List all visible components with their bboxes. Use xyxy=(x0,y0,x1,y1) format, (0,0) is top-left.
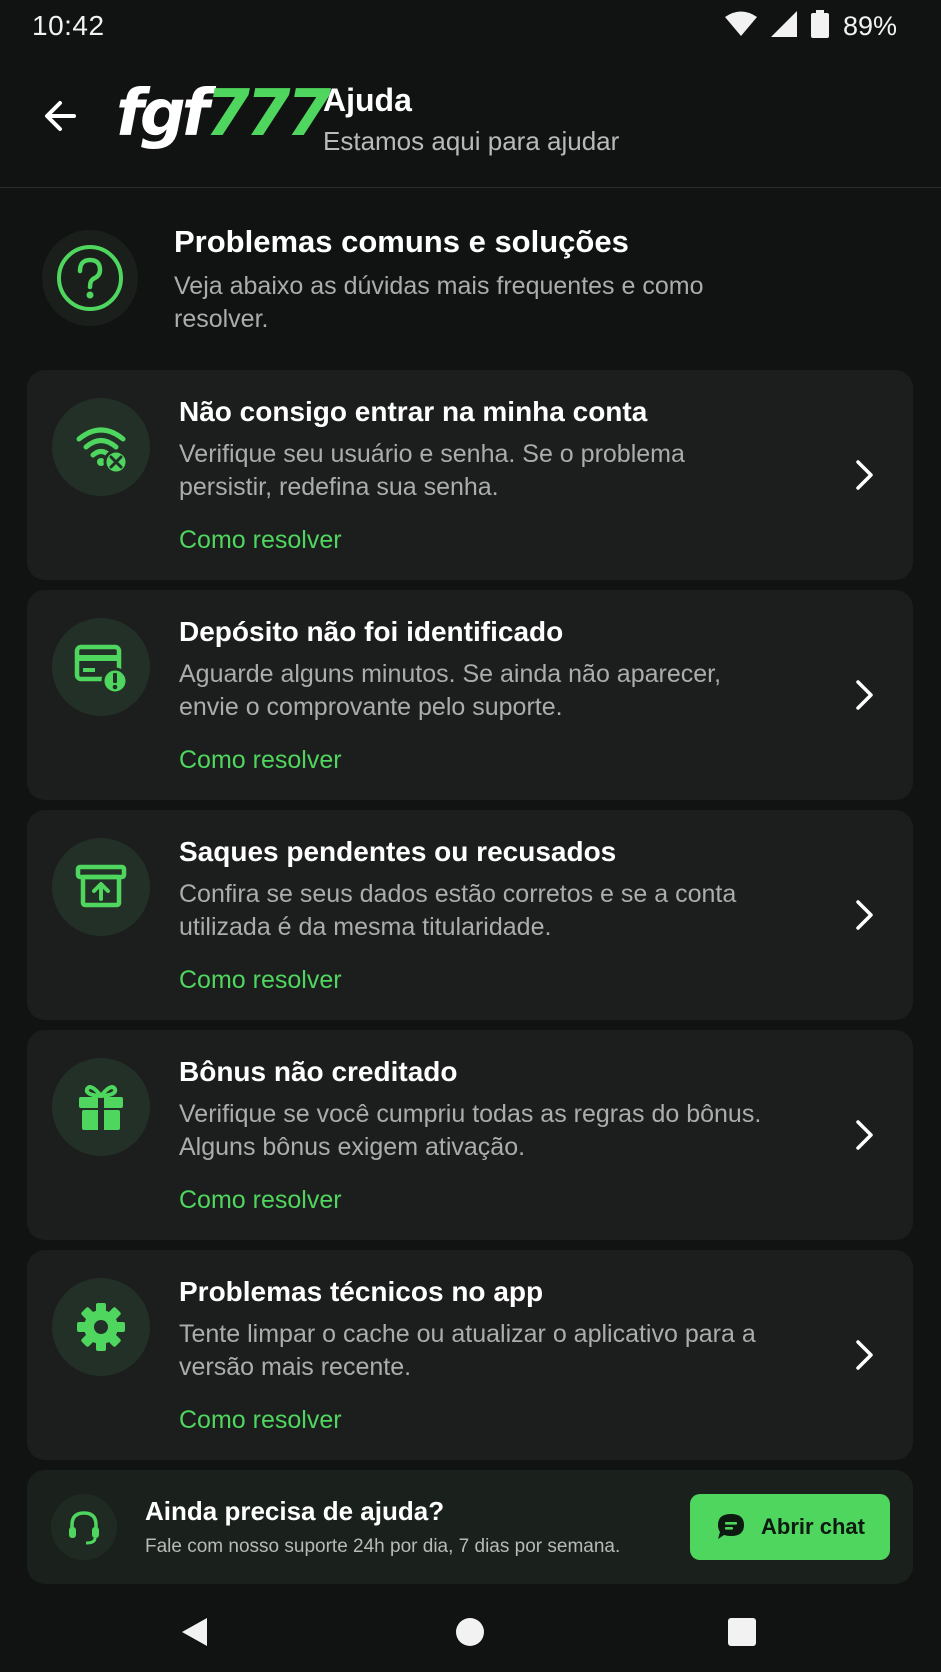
app-header: fgf777 Ajuda Estamos aqui para ajudar xyxy=(0,64,941,188)
problem-card-technical[interactable]: Problemas técnicos no app Tente limpar o… xyxy=(27,1250,913,1460)
brand-logo: fgf777 xyxy=(116,82,331,146)
problem-card-login[interactable]: Não consigo entrar na minha conta Verifi… xyxy=(27,370,913,580)
logo-text-white: fgf xyxy=(116,77,209,151)
nav-back-button[interactable] xyxy=(172,1610,216,1654)
card-description: Confira se seus dados estão corretos e s… xyxy=(179,880,737,941)
intro-section: Problemas comuns e soluções Veja abaixo … xyxy=(0,224,941,344)
card-description: Verifique seu usuário e senha. Se o prob… xyxy=(179,440,685,501)
help-banner: Ainda precisa de ajuda? Fale com nosso s… xyxy=(27,1470,913,1584)
status-bar: 10:42 89% xyxy=(0,0,941,52)
intro-description: Veja abaixo as dúvidas mais frequentes e… xyxy=(174,272,704,333)
how-to-fix-link[interactable]: Como resolver xyxy=(179,966,342,995)
problem-card-withdraw[interactable]: Saques pendentes ou recusados Confira se… xyxy=(27,810,913,1020)
battery-icon xyxy=(810,9,829,43)
withdraw-icon xyxy=(52,838,150,936)
intro-title: Problemas comuns e soluções xyxy=(174,224,629,259)
nav-recents-button[interactable] xyxy=(720,1610,764,1654)
card-title: Bônus não creditado xyxy=(179,1056,458,1087)
card-title: Problemas técnicos no app xyxy=(179,1276,544,1307)
wifi-icon xyxy=(724,11,757,42)
chevron-right-icon[interactable] xyxy=(847,1110,883,1160)
question-circle-icon xyxy=(42,230,138,326)
how-to-fix-link[interactable]: Como resolver xyxy=(179,526,342,555)
card-description: Verifique se você cumpriu todas as regra… xyxy=(179,1100,762,1161)
system-nav-bar xyxy=(0,1590,941,1672)
triangle-back-icon xyxy=(182,1618,207,1646)
nav-home-button[interactable] xyxy=(448,1610,492,1654)
square-recents-icon xyxy=(728,1618,756,1646)
help-description: Fale com nosso suporte 24h por dia, 7 di… xyxy=(145,1536,621,1557)
headset-icon xyxy=(51,1494,117,1560)
status-icons: 89% xyxy=(724,9,897,43)
circle-home-icon xyxy=(456,1618,484,1646)
card-description: Aguarde alguns minutos. Se ainda não apa… xyxy=(179,660,722,721)
page-title: Ajuda xyxy=(323,82,412,118)
gift-icon xyxy=(52,1058,150,1156)
chevron-right-icon[interactable] xyxy=(847,890,883,940)
gear-icon xyxy=(52,1278,150,1376)
logo-text-green: 777 xyxy=(205,77,332,151)
status-time: 10:42 xyxy=(32,10,105,41)
arrow-left-icon xyxy=(45,101,76,131)
how-to-fix-link[interactable]: Como resolver xyxy=(179,1406,342,1435)
how-to-fix-link[interactable]: Como resolver xyxy=(179,1186,342,1215)
open-chat-button[interactable]: Abrir chat xyxy=(690,1494,890,1560)
chat-bubble-icon xyxy=(718,1514,745,1539)
card-alert-icon xyxy=(52,618,150,716)
chevron-right-icon[interactable] xyxy=(847,670,883,720)
page-subtitle: Estamos aqui para ajudar xyxy=(323,126,620,156)
open-chat-label: Abrir chat xyxy=(761,1514,865,1539)
chevron-right-icon[interactable] xyxy=(847,1330,883,1380)
card-title: Depósito não foi identificado xyxy=(179,616,564,647)
battery-percent: 89% xyxy=(842,10,897,41)
problem-card-deposit[interactable]: Depósito não foi identificado Aguarde al… xyxy=(27,590,913,800)
signal-icon xyxy=(770,10,797,42)
card-description: Tente limpar o cache ou atualizar o apli… xyxy=(179,1320,756,1381)
how-to-fix-link[interactable]: Como resolver xyxy=(179,746,342,775)
chevron-right-icon[interactable] xyxy=(847,450,883,500)
help-title: Ainda precisa de ajuda? xyxy=(145,1496,445,1526)
card-title: Não consigo entrar na minha conta xyxy=(179,396,648,427)
card-title: Saques pendentes ou recusados xyxy=(179,836,617,867)
problem-card-bonus[interactable]: Bônus não creditado Verifique se você cu… xyxy=(27,1030,913,1240)
wifi-off-icon xyxy=(52,398,150,496)
back-button[interactable] xyxy=(36,92,84,140)
